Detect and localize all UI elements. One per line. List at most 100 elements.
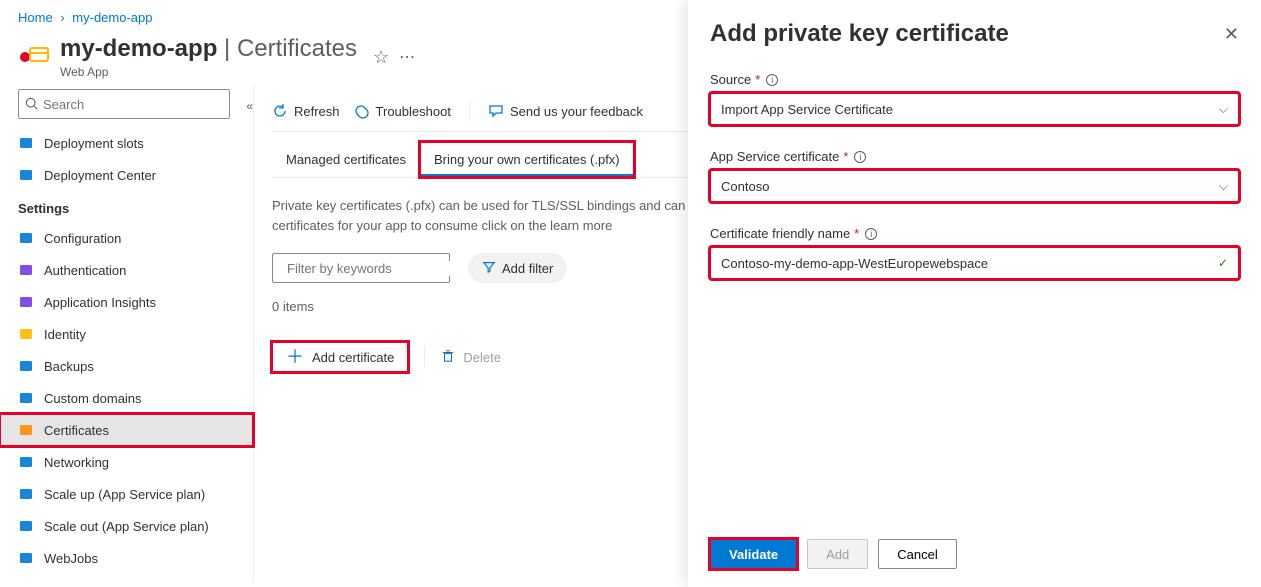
info-icon[interactable]: i bbox=[766, 74, 778, 86]
check-icon: ✓ bbox=[1218, 256, 1228, 270]
more-icon[interactable]: ⋯ bbox=[399, 47, 417, 67]
feedback-button[interactable]: Send us your feedback bbox=[488, 103, 643, 119]
info-icon[interactable]: i bbox=[854, 151, 866, 163]
sidebar-item-backups[interactable]: Backups bbox=[0, 350, 253, 382]
chevron-down-icon: ⌵ bbox=[1219, 179, 1228, 194]
breadcrumb-home[interactable]: Home bbox=[18, 10, 53, 25]
sidebar-item-label: Certificates bbox=[44, 423, 109, 438]
validate-button[interactable]: Validate bbox=[710, 539, 797, 569]
add-filter-label: Add filter bbox=[502, 261, 553, 276]
nav-icon bbox=[18, 518, 34, 534]
chevron-right-icon: › bbox=[60, 10, 64, 25]
app-name: my-demo-app bbox=[60, 35, 217, 62]
add-certificate-button[interactable]: ＋ Add certificate bbox=[272, 342, 408, 372]
nav-group-settings: Settings bbox=[0, 191, 253, 222]
filter-input[interactable] bbox=[287, 261, 463, 276]
nav-icon bbox=[18, 262, 34, 278]
nav-icon bbox=[18, 294, 34, 310]
filter-icon bbox=[482, 260, 496, 277]
sidebar-item-label: WebJobs bbox=[44, 551, 98, 566]
nav-icon bbox=[18, 550, 34, 566]
friendly-input[interactable]: Contoso-my-demo-app-WestEuropewebspace ✓ bbox=[710, 247, 1239, 279]
sidebar-item-application-insights[interactable]: Application Insights bbox=[0, 286, 253, 318]
close-icon[interactable]: ✕ bbox=[1224, 24, 1239, 45]
sidebar-search[interactable] bbox=[18, 89, 230, 119]
source-label: Source bbox=[710, 72, 751, 87]
sidebar-item-label: Identity bbox=[44, 327, 86, 342]
add-certificate-panel: Add private key certificate ✕ Source * i… bbox=[688, 0, 1261, 587]
troubleshoot-label: Troubleshoot bbox=[376, 104, 451, 119]
info-icon[interactable]: i bbox=[865, 228, 877, 240]
asc-select[interactable]: Contoso ⌵ bbox=[710, 170, 1239, 202]
filter-box[interactable] bbox=[272, 253, 450, 283]
sidebar-item-webjobs[interactable]: WebJobs bbox=[0, 542, 253, 574]
refresh-button[interactable]: Refresh bbox=[272, 103, 340, 119]
nav-icon bbox=[18, 167, 34, 183]
trash-icon bbox=[441, 349, 455, 366]
nav-icon bbox=[18, 230, 34, 246]
breadcrumb-app[interactable]: my-demo-app bbox=[72, 10, 152, 25]
tab-bring-your-own-certificates-pfx-[interactable]: Bring your own certificates (.pfx) bbox=[420, 142, 634, 177]
sidebar-item-certificates[interactable]: Certificates bbox=[0, 414, 253, 446]
friendly-label: Certificate friendly name bbox=[710, 226, 850, 241]
add-filter-button[interactable]: Add filter bbox=[468, 253, 567, 283]
sidebar-item-label: Networking bbox=[44, 455, 109, 470]
separator bbox=[424, 346, 425, 368]
cancel-button[interactable]: Cancel bbox=[878, 539, 956, 569]
delete-button: Delete bbox=[441, 349, 501, 366]
sidebar-item-label: Scale out (App Service plan) bbox=[44, 519, 209, 534]
search-icon bbox=[25, 97, 39, 111]
nav-icon bbox=[18, 422, 34, 438]
sidebar-item-label: Configuration bbox=[44, 231, 121, 246]
source-select[interactable]: Import App Service Certificate ⌵ bbox=[710, 93, 1239, 125]
refresh-label: Refresh bbox=[294, 104, 340, 119]
sidebar-item-deployment-center[interactable]: Deployment Center bbox=[0, 159, 253, 191]
sidebar-item-custom-domains[interactable]: Custom domains bbox=[0, 382, 253, 414]
sidebar-item-label: Application Insights bbox=[44, 295, 156, 310]
favorite-icon[interactable]: ☆ bbox=[373, 47, 389, 68]
sidebar-item-identity[interactable]: Identity bbox=[0, 318, 253, 350]
separator bbox=[469, 101, 470, 121]
nav-icon bbox=[18, 135, 34, 151]
nav-icon bbox=[18, 358, 34, 374]
add-certificate-label: Add certificate bbox=[312, 350, 394, 365]
sidebar-item-scale-out-app-service-plan-[interactable]: Scale out (App Service plan) bbox=[0, 510, 253, 542]
source-value: Import App Service Certificate bbox=[721, 102, 893, 117]
chevron-down-icon: ⌵ bbox=[1219, 102, 1228, 117]
sidebar: « Deployment slots Deployment Center Set… bbox=[0, 85, 254, 582]
sidebar-item-label: Scale up (App Service plan) bbox=[44, 487, 205, 502]
feedback-icon bbox=[488, 103, 504, 119]
nav-icon bbox=[18, 326, 34, 342]
sidebar-item-scale-up-app-service-plan-[interactable]: Scale up (App Service plan) bbox=[0, 478, 253, 510]
friendly-value: Contoso-my-demo-app-WestEuropewebspace bbox=[721, 256, 988, 271]
delete-label: Delete bbox=[463, 350, 501, 365]
page-title: Certificates bbox=[237, 35, 357, 62]
tab-managed-certificates[interactable]: Managed certificates bbox=[272, 142, 420, 177]
asc-value: Contoso bbox=[721, 179, 769, 194]
nav-icon bbox=[18, 486, 34, 502]
required-icon: * bbox=[854, 226, 859, 241]
feedback-label: Send us your feedback bbox=[510, 104, 643, 119]
collapse-icon[interactable]: « bbox=[246, 99, 253, 113]
nav-icon bbox=[18, 454, 34, 470]
troubleshoot-icon bbox=[354, 103, 370, 119]
sidebar-item-networking[interactable]: Networking bbox=[0, 446, 253, 478]
asc-label: App Service certificate bbox=[710, 149, 839, 164]
sidebar-item-label: Authentication bbox=[44, 263, 126, 278]
add-button: Add bbox=[807, 539, 868, 569]
sidebar-item-deployment-slots[interactable]: Deployment slots bbox=[0, 127, 253, 159]
panel-title: Add private key certificate bbox=[710, 20, 1009, 48]
sidebar-item-label: Backups bbox=[44, 359, 94, 374]
sidebar-item-configuration[interactable]: Configuration bbox=[0, 222, 253, 254]
nav-icon bbox=[18, 390, 34, 406]
search-input[interactable] bbox=[43, 97, 223, 112]
refresh-icon bbox=[272, 103, 288, 119]
page-subtitle: Web App bbox=[60, 65, 357, 79]
required-icon: * bbox=[843, 149, 848, 164]
troubleshoot-button[interactable]: Troubleshoot bbox=[354, 103, 451, 119]
app-service-icon bbox=[18, 41, 50, 73]
sidebar-item-authentication[interactable]: Authentication bbox=[0, 254, 253, 286]
sidebar-item-label: Deployment Center bbox=[44, 168, 156, 183]
required-icon: * bbox=[755, 72, 760, 87]
sidebar-item-label: Custom domains bbox=[44, 391, 142, 406]
